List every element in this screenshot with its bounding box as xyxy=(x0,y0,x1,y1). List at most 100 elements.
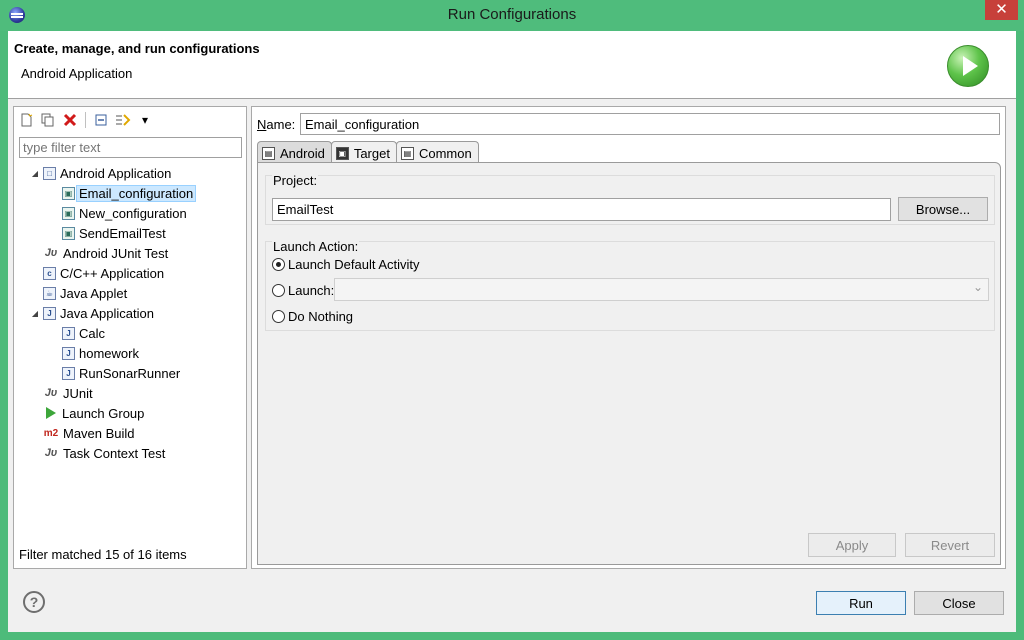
header-title: Create, manage, and run configurations xyxy=(14,41,260,56)
tree-item-java-application[interactable]: ◢ J Java Application xyxy=(14,303,246,323)
launch-group-icon xyxy=(46,407,56,419)
launch-activity-select xyxy=(334,278,989,301)
option-label: Do Nothing xyxy=(288,308,354,324)
tree-item-label: Java Application xyxy=(60,305,154,321)
junit-icon: Jᴜ xyxy=(44,387,58,399)
delete-config-icon[interactable] xyxy=(61,111,79,129)
tree-item-sendemailtest[interactable]: ▣ SendEmailTest xyxy=(14,223,246,243)
tree-item-android-application[interactable]: ◢ □ Android Application xyxy=(14,163,246,183)
tree-item-label: JUnit xyxy=(63,385,93,401)
window-title: Run Configurations xyxy=(447,6,577,23)
tree-item-android-junit-test[interactable]: Jᴜ Android JUnit Test xyxy=(14,243,246,263)
filter-status: Filter matched 15 of 16 items xyxy=(19,547,187,562)
tab-android[interactable]: ▤ Android xyxy=(257,141,332,163)
toolbar-separator xyxy=(85,112,86,128)
revert-button[interactable]: Revert xyxy=(905,533,995,557)
filter-config-icon[interactable] xyxy=(114,111,132,129)
tab-label: Android xyxy=(280,146,325,161)
title-bar: Run Configurations ✕ xyxy=(0,0,1024,31)
expanded-triangle-icon[interactable]: ◢ xyxy=(29,309,41,318)
tab-label: Common xyxy=(418,146,472,161)
tab-target[interactable]: ▣ Target xyxy=(330,141,397,163)
tree-item-homework[interactable]: J homework xyxy=(14,343,246,363)
radio-icon[interactable] xyxy=(272,283,285,297)
name-input[interactable] xyxy=(300,113,1000,135)
junit-icon: Jᴜ xyxy=(44,247,58,259)
launch-default-activity-option[interactable]: Launch Default Activity xyxy=(272,254,420,274)
tree-item-cpp-application[interactable]: c C/C++ Application xyxy=(14,263,246,283)
tree-item-label: Task Context Test xyxy=(63,445,166,461)
project-label: Project: xyxy=(272,173,319,188)
java-app-icon: J xyxy=(43,306,56,320)
config-icon: ▣ xyxy=(62,206,75,220)
android-tab-icon: ▤ xyxy=(262,147,275,160)
tree-item-label: New_configuration xyxy=(79,205,187,221)
tree-item-label: Android Application xyxy=(60,165,172,181)
configuration-tree: ◢ □ Android Application ▣ Email_configur… xyxy=(14,163,246,463)
apply-button[interactable]: Apply xyxy=(808,533,896,557)
option-label: Launch: xyxy=(288,282,335,298)
configuration-list-panel: ▾ ◢ □ Android Application ▣ Email_config… xyxy=(13,106,247,569)
android-tab-content: Project: Browse... Launch Action: Launch… xyxy=(257,162,1001,565)
tree-item-calc[interactable]: J Calc xyxy=(14,323,246,343)
project-input[interactable] xyxy=(272,198,891,221)
tree-item-new-configuration[interactable]: ▣ New_configuration xyxy=(14,203,246,223)
tree-item-label: Email_configuration xyxy=(76,184,197,202)
tree-item-label: RunSonarRunner xyxy=(79,365,181,381)
tab-common[interactable]: ▤ Common xyxy=(395,141,479,163)
tree-item-label: Android JUnit Test xyxy=(63,245,169,261)
tree-item-label: SendEmailTest xyxy=(79,225,166,241)
editor-tabs: ▤ Android ▣ Target ▤ Common xyxy=(257,141,479,163)
tree-item-junit[interactable]: Jᴜ JUnit xyxy=(14,383,246,403)
name-label: Name: xyxy=(257,117,296,132)
task-context-icon: Jᴜ xyxy=(44,447,58,459)
chevron-down-icon[interactable]: ▾ xyxy=(136,111,154,129)
tree-item-email-configuration[interactable]: ▣ Email_configuration xyxy=(14,183,246,203)
browse-button[interactable]: Browse... xyxy=(898,197,988,221)
launch-option[interactable]: Launch: xyxy=(272,280,334,300)
maven-icon: m2 xyxy=(43,427,59,439)
list-toolbar: ▾ xyxy=(17,110,154,130)
tree-item-label: C/C++ Application xyxy=(60,265,165,281)
tree-item-launch-group[interactable]: Launch Group xyxy=(14,403,246,423)
radio-selected-icon[interactable] xyxy=(272,257,285,271)
expanded-triangle-icon[interactable]: ◢ xyxy=(29,169,41,178)
do-nothing-option[interactable]: Do Nothing xyxy=(272,306,353,326)
applet-icon: ☕ xyxy=(43,286,56,300)
tree-item-task-context-test[interactable]: Jᴜ Task Context Test xyxy=(14,443,246,463)
help-icon[interactable]: ? xyxy=(23,591,45,613)
project-group: Project: Browse... xyxy=(265,173,995,225)
launch-action-label: Launch Action: xyxy=(272,239,360,254)
common-tab-icon: ▤ xyxy=(400,147,414,160)
run-button[interactable]: Run xyxy=(816,591,906,615)
java-config-icon: J xyxy=(62,366,75,380)
collapse-all-icon[interactable] xyxy=(92,111,110,129)
tree-item-runsonarrunner[interactable]: J RunSonarRunner xyxy=(14,363,246,383)
name-label-rest: ame: xyxy=(266,117,296,132)
tree-item-java-applet[interactable]: ☕ Java Applet xyxy=(14,283,246,303)
run-configurations-window: Run Configurations ✕ Create, manage, and… xyxy=(0,0,1024,640)
tree-item-label: homework xyxy=(79,345,139,361)
dialog-body: Create, manage, and run configurations A… xyxy=(8,31,1016,632)
configuration-editor-panel: Name: ▤ Android ▣ Target ▤ Common Pro xyxy=(251,106,1006,569)
new-config-icon[interactable] xyxy=(17,111,35,129)
tab-label: Target xyxy=(353,146,390,161)
cpp-icon: c xyxy=(43,266,56,280)
radio-icon[interactable] xyxy=(272,309,285,323)
java-config-icon: J xyxy=(62,326,75,340)
filter-input[interactable] xyxy=(19,137,242,158)
dialog-header: Create, manage, and run configurations A… xyxy=(8,31,1016,99)
duplicate-config-icon[interactable] xyxy=(39,111,57,129)
tree-item-maven-build[interactable]: m2 Maven Build xyxy=(14,423,246,443)
window-close-button[interactable]: ✕ xyxy=(985,0,1018,20)
tree-item-label: Maven Build xyxy=(63,425,135,441)
monitor-icon: ▣ xyxy=(335,147,349,160)
tree-item-label: Java Applet xyxy=(60,285,128,301)
close-button[interactable]: Close xyxy=(914,591,1004,615)
tree-item-label: Launch Group xyxy=(62,405,145,421)
tree-item-label: Calc xyxy=(79,325,106,341)
header-subtitle: Android Application xyxy=(21,66,133,81)
launch-action-group: Launch Action: Launch Default Activity L… xyxy=(265,239,995,331)
run-banner-icon xyxy=(947,45,989,87)
android-app-icon: □ xyxy=(43,166,56,180)
